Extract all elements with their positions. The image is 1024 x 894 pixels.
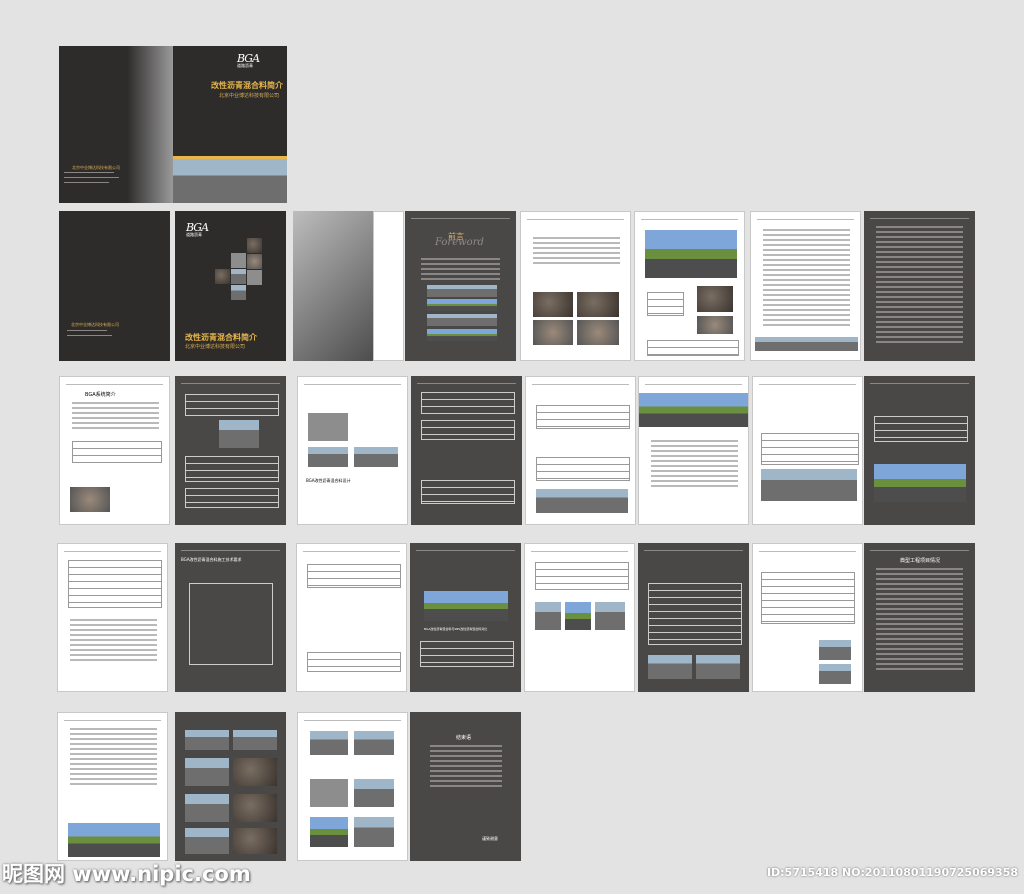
page-19: BGA改性沥青混合料与SBS改性沥青混合料对比 [410,543,521,692]
page-27-ending: 结束语 谨致谢意 [410,712,521,861]
p8-title: BGA系统简介 [85,392,116,398]
cover-company: 北京中业博达科技有限公司 [219,93,280,99]
ending-sign: 谨致谢意 [482,836,498,841]
page-contents: 目录 [373,211,404,361]
page-13 [638,376,749,525]
page-4 [520,211,631,361]
page-22 [752,543,863,692]
page-15 [864,376,975,525]
cover-title: 改性沥青混合料简介 [211,81,283,90]
watermark-site: 昵图网 www.nipic.com [2,862,251,886]
p21-title: BGA改性沥青混合料与SBS改性沥青混合料对比 [424,627,488,631]
inner-cover-company: 北京中业博达科技有限公司 [185,344,246,350]
page-18 [296,543,407,692]
page-14 [752,376,863,525]
page-5 [634,211,745,361]
page-26 [297,712,408,861]
p24-title: 典型工程项目情况 [900,558,941,564]
page-inner-cover: BGA 道路沥青 改性沥青混合料简介 北京中业博达科技有限公司 [175,211,286,361]
page-24 [57,712,168,861]
page-23: 典型工程项目情况 [864,543,975,692]
page-11 [411,376,522,525]
page-back-inside: 北京中业博达科技有限公司 [59,211,170,361]
watermark-id: ID:5715418 NO:20110801190725069358 [766,866,1018,879]
inner-logo: BGA 道路沥青 [186,221,209,237]
logo: BGA 道路沥青 [237,52,260,68]
back-cover-company: 北京中业博达科技有限公司 [72,165,120,170]
page-20 [524,543,635,692]
inner-cover-title: 改性沥青混合料简介 [185,333,257,342]
page-12 [525,376,636,525]
p18-title: BGA改性沥青混合料施工技术要求 [181,557,242,562]
page-6 [750,211,861,361]
front-cover: BGA 道路沥青 改性沥青混合料简介 北京中业博达科技有限公司 [173,46,287,203]
page-foreword: 前言 Foreword [405,211,516,361]
back-cover: 北京中业博达科技有限公司 [59,46,173,203]
page-8: BGA系统简介 [59,376,170,525]
page-contents-photo [293,211,373,361]
page-9 [175,376,286,525]
cover-road-photo [173,156,287,203]
page-25 [175,712,286,861]
page-10: BGA改性沥青混合料设计 [297,376,408,525]
page-16 [57,543,168,692]
page-7 [864,211,975,361]
p12-title: BGA改性沥青混合料设计 [306,478,351,483]
page-17: BGA改性沥青混合料施工技术要求 [175,543,286,692]
inside-company: 北京中业博达科技有限公司 [71,322,119,327]
foreword-subtitle: Foreword [435,237,484,248]
ending-title: 结束语 [456,735,472,741]
page-21 [638,543,749,692]
